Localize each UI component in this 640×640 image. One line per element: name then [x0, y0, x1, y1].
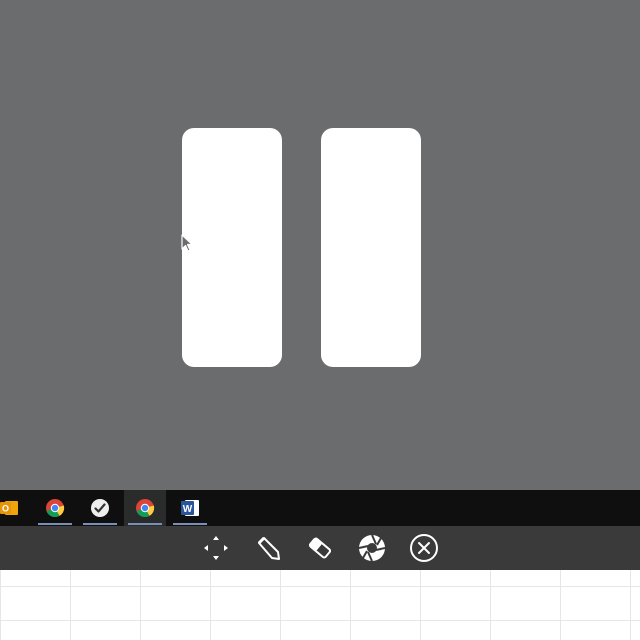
pause-bar-left	[182, 128, 282, 367]
word-icon: W	[181, 500, 199, 516]
desktop	[0, 0, 640, 490]
taskbar-app-chrome-active[interactable]	[124, 490, 166, 526]
chrome-icon	[46, 499, 65, 518]
grid-canvas[interactable]	[0, 570, 640, 640]
pause-bar-right	[321, 128, 421, 367]
taskbar: O W	[0, 490, 640, 526]
screen: O W	[0, 0, 640, 640]
annotation-toolbar	[0, 526, 640, 570]
eraser-tool-button[interactable]	[304, 532, 336, 564]
move-arrows-icon	[204, 536, 228, 560]
close-circle-icon	[410, 534, 438, 562]
svg-text:O: O	[2, 504, 9, 514]
taskbar-app-word[interactable]: W	[169, 490, 211, 526]
svg-text:W: W	[183, 504, 193, 515]
move-tool-button[interactable]	[200, 532, 232, 564]
mouse-cursor-icon	[181, 234, 193, 252]
eraser-icon	[308, 537, 332, 559]
pen-tool-button[interactable]	[252, 532, 284, 564]
aperture-icon	[358, 534, 386, 562]
outlook-icon: O	[0, 501, 18, 515]
taskbar-app-checkmark[interactable]	[79, 490, 121, 526]
taskbar-app-chrome[interactable]	[34, 490, 76, 526]
close-tool-button[interactable]	[408, 532, 440, 564]
pen-icon	[257, 536, 280, 560]
capture-tool-button[interactable]	[356, 532, 388, 564]
checkmark-app-icon	[91, 499, 109, 517]
chrome-icon	[136, 499, 155, 518]
taskbar-app-outlook[interactable]: O	[0, 490, 30, 526]
